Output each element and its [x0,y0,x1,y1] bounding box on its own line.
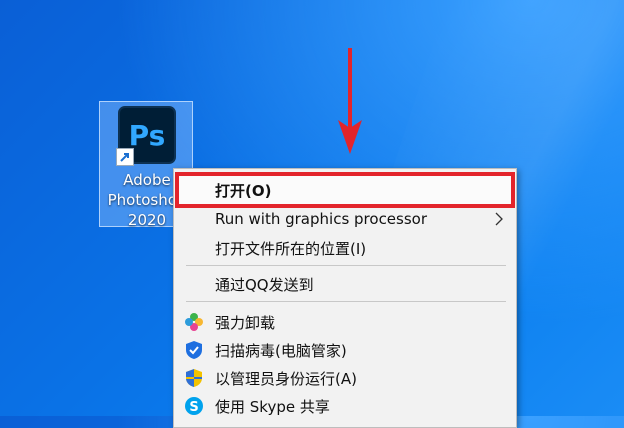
shield-icon [186,341,202,359]
context-menu: 打开(O) Run with graphics processor 打开文件所在… [173,168,517,428]
chevron-right-icon [495,212,503,226]
menu-item-force-uninstall[interactable]: 强力卸载 [174,308,516,336]
skype-icon: S [185,397,203,415]
menu-item-label: 打开文件所在的位置(I) [215,240,367,258]
menu-item-open[interactable]: 打开(O) [174,176,516,204]
clover-icon [185,313,203,331]
menu-separator [186,301,506,302]
desktop[interactable]: Ps Adobe Photoshop 2020 打开(O) Run with g… [0,0,624,428]
menu-item-label: 扫描病毒(电脑管家) [215,342,347,360]
menu-item-label: 强力卸载 [215,314,276,332]
red-arrow-annotation [338,48,362,154]
menu-item-label: 通过QQ发送到 [215,276,314,294]
menu-item-label: 使用 Skype 共享 [215,398,330,416]
photoshop-icon-glyph: Ps [128,118,166,152]
menu-item-run-as-admin[interactable]: 以管理员身份运行(A) [174,364,516,392]
shortcut-arrow-icon [116,148,134,166]
menu-item-label: 打开(O) [215,182,272,200]
menu-item-label: Run with graphics processor [215,210,428,228]
menu-separator [186,265,506,266]
menu-item-open-file-location[interactable]: 打开文件所在的位置(I) [174,234,516,262]
menu-item-send-via-qq[interactable]: 通过QQ发送到 [174,270,516,298]
menu-item-run-with-gpu[interactable]: Run with graphics processor [174,206,516,234]
uac-shield-icon [186,369,202,387]
menu-item-scan-virus[interactable]: 扫描病毒(电脑管家) [174,336,516,364]
svg-text:S: S [189,400,198,415]
menu-item-label: 以管理员身份运行(A) [215,370,357,388]
